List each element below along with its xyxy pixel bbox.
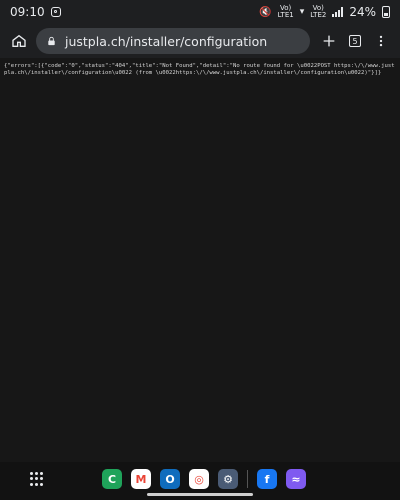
- dock-divider: [247, 470, 248, 488]
- battery-text: 24%: [349, 5, 376, 19]
- home-indicator[interactable]: [147, 493, 253, 496]
- tab-switcher-button[interactable]: 5: [342, 28, 368, 54]
- home-icon: [12, 34, 26, 47]
- phone-app[interactable]: C: [102, 469, 122, 489]
- status-left: 09:10: [10, 5, 61, 19]
- mute-icon: 🔇: [259, 6, 272, 18]
- status-bar: 09:10 🔇 Vo) LTE1 ▾ Vo) LTE2 24%: [0, 0, 400, 24]
- page-body-text: {"errors":[{"code":"0","status":"404","t…: [4, 63, 395, 76]
- more-vert-icon: [379, 35, 383, 47]
- app-dock: C M O ◎ ⚙ f ≈: [102, 469, 306, 489]
- wifi-icon: ▾: [299, 7, 305, 17]
- lock-icon: [48, 36, 55, 46]
- status-time: 09:10: [10, 5, 45, 19]
- status-right: 🔇 Vo) LTE1 ▾ Vo) LTE2 24%: [259, 5, 390, 19]
- plus-icon: [323, 35, 335, 47]
- volte2-indicator: Vo) LTE2: [310, 4, 327, 19]
- url-text: justpla.ch/installer/configuration: [65, 33, 268, 49]
- menu-button[interactable]: [368, 28, 394, 54]
- tabs-count-badge: 5: [349, 35, 361, 47]
- home-button[interactable]: [6, 28, 32, 54]
- battery-icon: [382, 6, 390, 18]
- settings-app[interactable]: ⚙: [218, 469, 238, 489]
- new-tab-button[interactable]: [316, 28, 342, 54]
- outlook-app[interactable]: O: [160, 469, 180, 489]
- chrome-app[interactable]: ◎: [189, 469, 209, 489]
- address-bar[interactable]: justpla.ch/installer/configuration: [36, 28, 310, 54]
- signal-icon: [332, 7, 344, 17]
- messenger-app[interactable]: ≈: [286, 469, 306, 489]
- facebook-app[interactable]: f: [257, 469, 277, 489]
- gmail-app[interactable]: M: [131, 469, 151, 489]
- volte1-indicator: Vo) LTE1: [277, 4, 294, 19]
- instagram-notification-icon: [50, 7, 61, 17]
- browser-toolbar: justpla.ch/installer/configuration 5: [0, 24, 400, 58]
- app-drawer-button[interactable]: [30, 472, 44, 486]
